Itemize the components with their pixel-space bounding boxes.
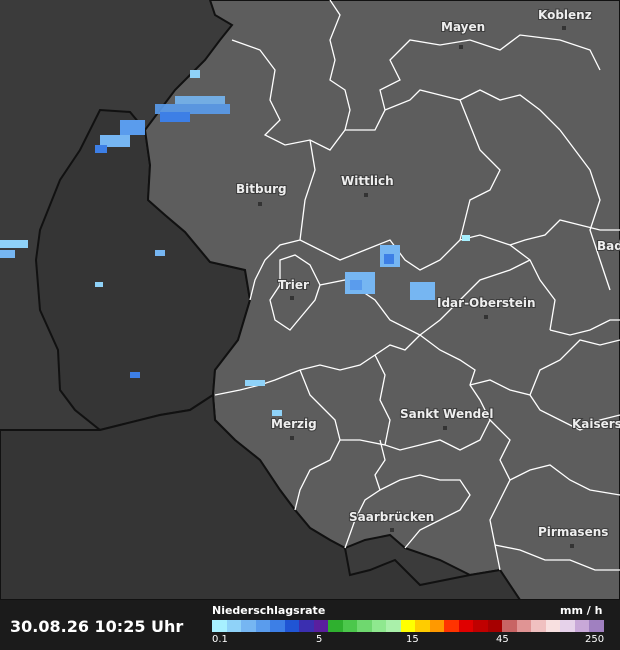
- legend-swatch: [458, 620, 474, 632]
- city-label-kaisers: Kaisers: [572, 417, 620, 431]
- legend-swatch: [545, 620, 561, 632]
- legend-swatch: [270, 620, 285, 632]
- legend-tick: 250: [585, 634, 605, 645]
- legend-tick: 5: [316, 634, 323, 645]
- city-label-trier: Trier: [278, 278, 309, 292]
- legend-unit: mm / h: [560, 604, 603, 617]
- city-label-koblenz: Koblenz: [538, 8, 592, 22]
- legend-tick: 15: [406, 634, 419, 645]
- precipitation-map[interactable]: Mayen Koblenz Bitburg Wittlich Bad Trier…: [0, 0, 620, 600]
- legend-swatch: [226, 620, 242, 632]
- legend-swatch: [574, 620, 590, 632]
- legend-swatch: [444, 620, 459, 632]
- legend-swatch: [429, 620, 445, 632]
- legend-swatch: [400, 620, 416, 632]
- legend-swatch: [386, 620, 401, 632]
- city-label-sankt-wendel: Sankt Wendel: [400, 407, 494, 421]
- legend-swatch: [516, 620, 532, 632]
- legend-title: Niederschlagsrate: [212, 604, 326, 617]
- footer-bar: 30.08.26 10:25 Uhr Niederschlagsrate mm …: [0, 600, 620, 650]
- legend-tick: 45: [496, 634, 509, 645]
- legend-swatch: [531, 620, 546, 632]
- legend-tick: 0.1: [212, 634, 228, 645]
- legend-swatch: [502, 620, 517, 632]
- city-label-saarbruecken: Saarbrücken: [349, 510, 434, 524]
- legend-swatch: [255, 620, 271, 632]
- legend-swatch: [212, 620, 227, 632]
- legend-swatch: [299, 620, 314, 632]
- timestamp: 30.08.26 10:25 Uhr: [10, 617, 184, 636]
- legend-swatch: [284, 620, 300, 632]
- legend-color-scale: [212, 620, 604, 632]
- legend-swatch: [415, 620, 430, 632]
- city-label-idar-oberstein: Idar-Oberstein: [437, 296, 536, 310]
- legend-swatch: [371, 620, 387, 632]
- legend-swatch: [357, 620, 372, 632]
- city-label-mayen: Mayen: [441, 20, 485, 34]
- legend-swatch: [473, 620, 488, 632]
- legend-swatch: [241, 620, 256, 632]
- legend-swatch: [560, 620, 575, 632]
- city-label-bitburg: Bitburg: [236, 182, 287, 196]
- city-label-bad: Bad: [597, 239, 620, 253]
- legend-swatch: [342, 620, 358, 632]
- legend-swatch: [487, 620, 503, 632]
- legend-swatch: [589, 620, 604, 632]
- legend-swatch: [313, 620, 329, 632]
- city-label-pirmasens: Pirmasens: [538, 525, 608, 539]
- legend-swatch: [328, 620, 343, 632]
- city-label-wittlich: Wittlich: [341, 174, 394, 188]
- city-label-merzig: Merzig: [271, 417, 317, 431]
